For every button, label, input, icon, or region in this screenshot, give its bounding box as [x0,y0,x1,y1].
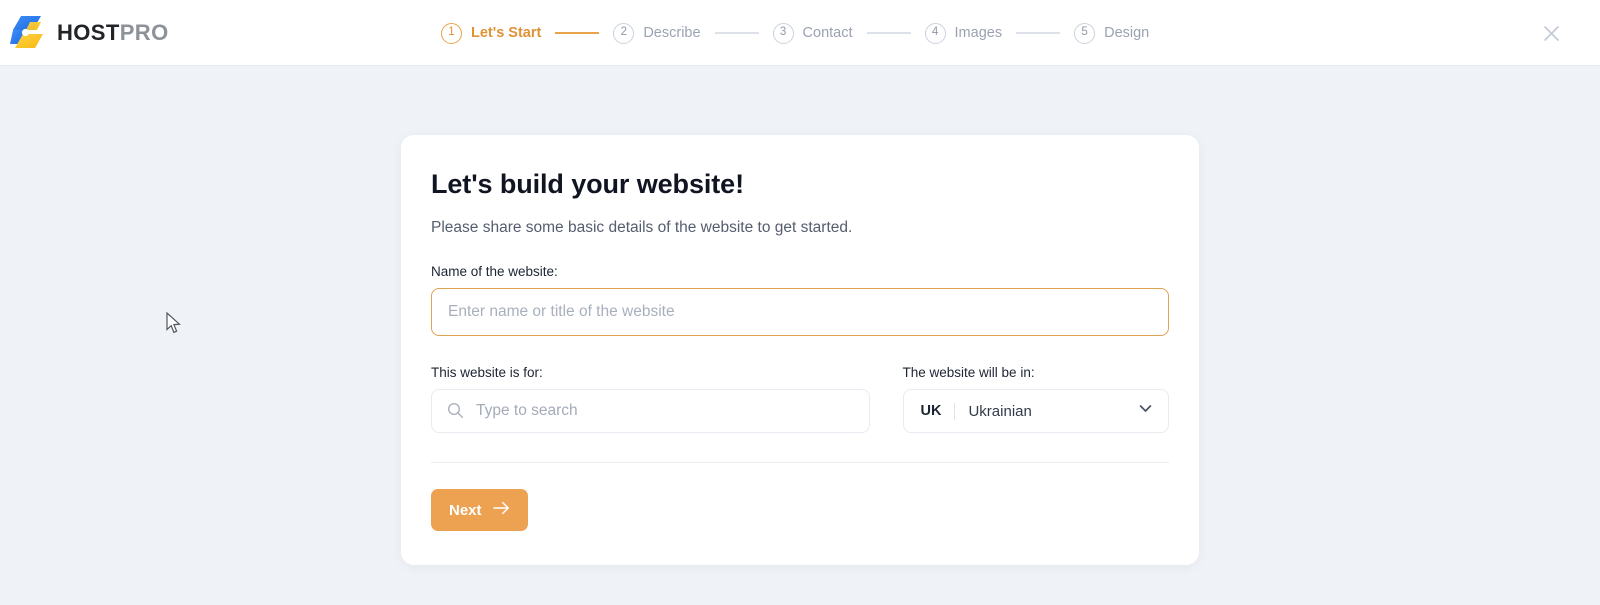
chevron-down-icon [1137,400,1154,422]
step-4-label: Images [954,25,1003,41]
website-purpose-input[interactable] [431,389,870,433]
website-language-select[interactable]: UK Ukrainian [902,389,1169,433]
close-icon [1543,25,1559,41]
step-connector-2 [714,32,759,34]
step-5-design[interactable]: 5 Design [1074,22,1150,44]
step-connector-3 [866,32,911,34]
wizard-stepper: 1 Let's Start 2 Describe 3 Contact 4 Ima… [441,0,1149,66]
step-2-label: Describe [643,25,701,41]
step-connector-4 [1016,32,1061,34]
step-2-number: 2 [613,22,635,44]
page-body: Let's build your website! Please share s… [0,66,1600,605]
step-1-number: 1 [441,22,462,44]
page-title: Let's build your website! [431,169,744,199]
step-3-number: 3 [772,22,794,44]
website-name-label: Name of the website: [431,264,558,279]
brand-logo-text-secondary: PRO [119,19,169,45]
step-2-describe[interactable]: 2 Describe [613,22,701,44]
close-button[interactable] [1540,22,1562,44]
wizard-card: Let's build your website! Please share s… [401,135,1199,565]
website-language-label: The website will be in: [902,365,1035,380]
step-3-contact[interactable]: 3 Contact [772,22,853,44]
website-language-block: The website will be in: UK Ukrainian [902,365,1169,433]
next-button[interactable]: Next [431,489,528,531]
next-button-label: Next [449,501,482,519]
brand-logo-text: HOSTPRO [57,19,169,45]
step-4-images[interactable]: 4 Images [924,22,1003,44]
language-code: UK [920,403,942,419]
website-name-block: Name of the website: [431,264,1169,336]
step-connector-1 [555,32,600,34]
brand-logo-text-primary: HOST [57,19,120,45]
language-name: Ukrainian [968,402,1032,420]
hostpro-logo-icon [8,11,48,55]
step-5-number: 5 [1074,22,1096,44]
step-4-number: 4 [924,22,946,44]
page-subtitle: Please share some basic details of the w… [431,219,853,236]
brand-logo[interactable]: HOSTPRO [8,11,169,55]
select-separator [954,402,956,420]
step-1-label: Let's Start [471,25,542,41]
arrow-right-icon [492,501,510,519]
app-header: HOSTPRO 1 Let's Start 2 Describe 3 Conta… [0,0,1600,66]
step-1-lets-start[interactable]: 1 Let's Start [441,22,542,44]
form-divider [431,462,1169,463]
website-purpose-label: This website is for: [431,365,543,380]
website-purpose-search-box [431,389,870,433]
step-5-label: Design [1104,25,1150,41]
website-name-input[interactable] [431,288,1169,336]
website-purpose-block: This website is for: [431,365,870,433]
fields-row: This website is for: The website will be… [431,365,1169,433]
step-3-label: Contact [802,25,853,41]
